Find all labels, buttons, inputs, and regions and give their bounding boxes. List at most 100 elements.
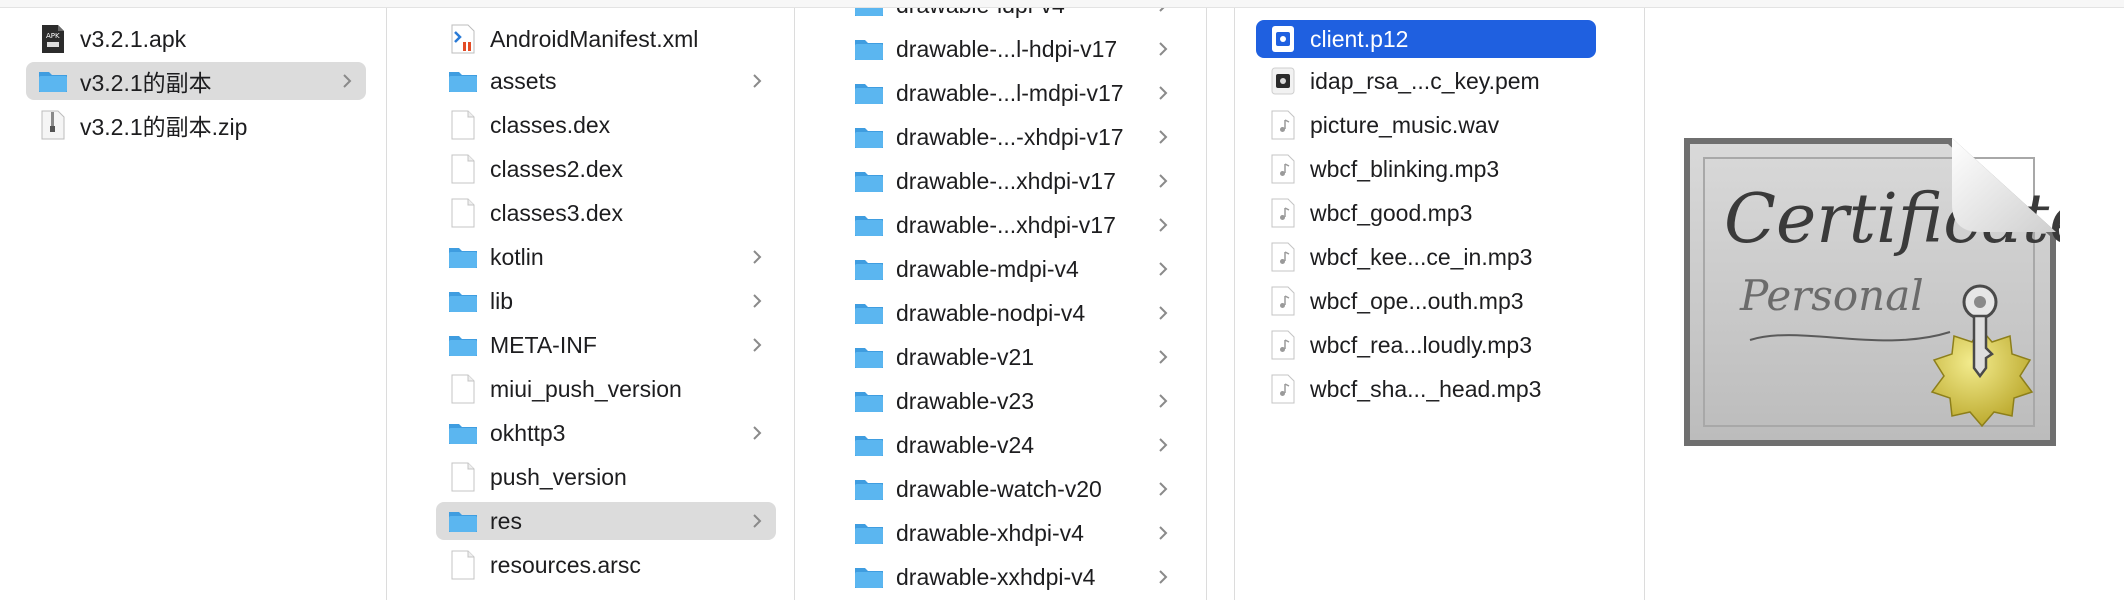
audio-file-icon — [1268, 110, 1298, 140]
column-divider[interactable] — [1234, 8, 1235, 600]
list-item[interactable]: META-INF — [436, 326, 776, 364]
item-label: picture_music.wav — [1310, 111, 1500, 138]
item-label: classes.dex — [490, 111, 611, 138]
list-item[interactable]: drawable-...-xhdpi-v17 — [842, 118, 1182, 156]
list-item-selected[interactable]: v3.2.1的副本 — [26, 62, 366, 100]
list-item[interactable]: lib — [436, 282, 776, 320]
column-3[interactable]: drawable-ldpi-v4 drawable-...l-hdpi-v17 … — [824, 8, 1206, 600]
item-label: AndroidManifest.xml — [490, 25, 699, 52]
list-item-selected[interactable]: res — [436, 502, 776, 540]
chevron-right-icon — [1159, 394, 1168, 408]
chevron-right-icon — [1159, 130, 1168, 144]
zip-file-icon — [38, 110, 68, 140]
list-item[interactable]: wbcf_blinking.mp3 — [1256, 150, 1596, 188]
item-label: okhttp3 — [490, 419, 566, 446]
item-label: client.p12 — [1310, 25, 1409, 52]
chevron-right-icon — [753, 74, 762, 88]
list-item[interactable]: drawable-ldpi-v4 — [842, 8, 1182, 24]
list-item[interactable]: idap_rsa_...c_key.pem — [1256, 62, 1596, 100]
column-divider[interactable] — [1644, 8, 1645, 600]
list-item[interactable]: wbcf_kee...ce_in.mp3 — [1256, 238, 1596, 276]
chevron-right-icon — [1159, 218, 1168, 232]
list-item[interactable]: drawable-...xhdpi-v17 — [842, 162, 1182, 200]
list-item[interactable]: classes2.dex — [436, 150, 776, 188]
folder-icon — [448, 242, 478, 272]
list-item[interactable]: classes.dex — [436, 106, 776, 144]
chevron-right-icon — [1159, 174, 1168, 188]
folder-icon — [448, 286, 478, 316]
list-item[interactable]: drawable-nodpi-v4 — [842, 294, 1182, 332]
item-label: miui_push_version — [490, 375, 682, 402]
list-item[interactable]: kotlin — [436, 238, 776, 276]
column-divider[interactable] — [1206, 8, 1207, 600]
certificate-file-icon — [1268, 66, 1298, 96]
column-2[interactable]: AndroidManifest.xml assets classes.dex c… — [416, 8, 794, 600]
list-item[interactable]: assets — [436, 62, 776, 100]
chevron-right-icon — [753, 250, 762, 264]
list-item[interactable]: wbcf_rea...loudly.mp3 — [1256, 326, 1596, 364]
audio-file-icon — [1268, 154, 1298, 184]
list-item[interactable]: picture_music.wav — [1256, 106, 1596, 144]
item-label: drawable-v24 — [896, 431, 1035, 458]
folder-icon — [854, 122, 884, 152]
list-item[interactable]: wbcf_ope...outh.mp3 — [1256, 282, 1596, 320]
item-label: drawable-...xhdpi-v17 — [896, 167, 1116, 194]
list-item[interactable]: push_version — [436, 458, 776, 496]
folder-icon — [854, 166, 884, 196]
document-icon — [448, 550, 478, 580]
list-item[interactable]: drawable-xxhdpi-v4 — [842, 558, 1182, 596]
list-item[interactable]: drawable-...xhdpi-v17 — [842, 206, 1182, 244]
item-label: idap_rsa_...c_key.pem — [1310, 67, 1540, 94]
folder-icon — [854, 386, 884, 416]
column-divider[interactable] — [386, 8, 387, 600]
item-label: wbcf_rea...loudly.mp3 — [1310, 331, 1533, 358]
list-item[interactable]: wbcf_sha..._head.mp3 — [1256, 370, 1596, 408]
list-item[interactable]: resources.arsc — [436, 546, 776, 584]
certificate-subtitle-text: Personal — [1739, 271, 1924, 320]
item-label: classes2.dex — [490, 155, 623, 182]
document-icon — [448, 110, 478, 140]
item-label: drawable-...xhdpi-v17 — [896, 211, 1116, 238]
list-item[interactable]: drawable-xhdpi-v4 — [842, 514, 1182, 552]
item-label: wbcf_sha..._head.mp3 — [1310, 375, 1542, 402]
list-item[interactable]: drawable-v21 — [842, 338, 1182, 376]
audio-file-icon — [1268, 242, 1298, 272]
item-label: drawable-...l-hdpi-v17 — [896, 35, 1118, 62]
list-item[interactable]: drawable-v23 — [842, 382, 1182, 420]
audio-file-icon — [1268, 286, 1298, 316]
list-item[interactable]: drawable-watch-v20 — [842, 470, 1182, 508]
chevron-right-icon — [753, 294, 762, 308]
column-4[interactable]: client.p12 idap_rsa_...c_key.pem picture… — [1236, 8, 1616, 600]
folder-icon — [854, 562, 884, 592]
list-item[interactable]: drawable-...l-mdpi-v17 — [842, 74, 1182, 112]
list-item[interactable]: APK v3.2.1.apk — [26, 20, 366, 58]
audio-file-icon — [1268, 374, 1298, 404]
list-item-selected[interactable]: client.p12 — [1256, 20, 1596, 58]
list-item[interactable]: classes3.dex — [436, 194, 776, 232]
folder-icon — [448, 66, 478, 96]
list-item[interactable]: okhttp3 — [436, 414, 776, 452]
list-item[interactable]: drawable-mdpi-v4 — [842, 250, 1182, 288]
list-item[interactable]: wbcf_good.mp3 — [1256, 194, 1596, 232]
list-item[interactable]: miui_push_version — [436, 370, 776, 408]
chevron-right-icon — [1159, 350, 1168, 364]
folder-icon — [854, 34, 884, 64]
list-item[interactable]: drawable-...l-hdpi-v17 — [842, 30, 1182, 68]
chevron-right-icon — [343, 74, 352, 88]
item-label: wbcf_blinking.mp3 — [1310, 155, 1500, 182]
column-1[interactable]: APK v3.2.1.apk v3.2.1的副本 v3.2.1的副本.zip — [8, 8, 386, 600]
folder-icon — [854, 8, 884, 20]
chevron-right-icon — [1159, 482, 1168, 496]
list-item[interactable]: drawable-v24 — [842, 426, 1182, 464]
chevron-right-icon — [753, 426, 762, 440]
item-label: v3.2.1.apk — [80, 25, 187, 52]
item-label: wbcf_kee...ce_in.mp3 — [1310, 243, 1533, 270]
chevron-right-icon — [1159, 526, 1168, 540]
column-divider[interactable] — [794, 8, 795, 600]
list-item[interactable]: AndroidManifest.xml — [436, 20, 776, 58]
document-icon — [448, 374, 478, 404]
list-item[interactable]: v3.2.1的副本.zip — [26, 106, 366, 144]
item-label: kotlin — [490, 243, 544, 270]
item-label: drawable-nodpi-v4 — [896, 299, 1086, 326]
item-label: wbcf_ope...outh.mp3 — [1310, 287, 1524, 314]
